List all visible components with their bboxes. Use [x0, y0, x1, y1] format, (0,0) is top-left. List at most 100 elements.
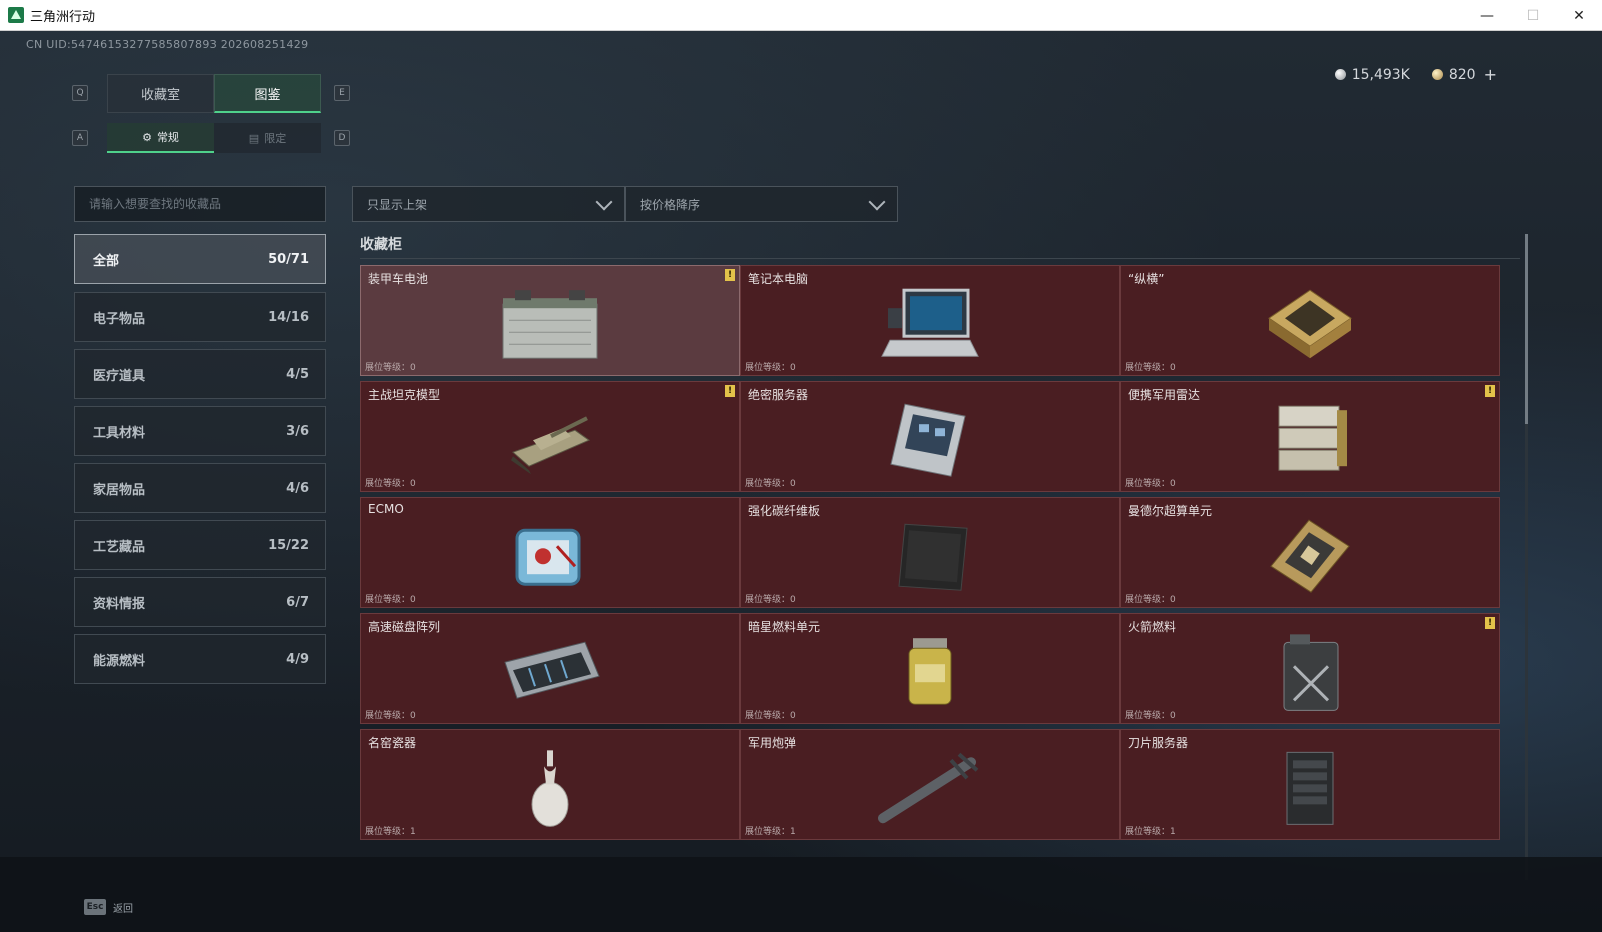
item-level: 展位等级：0	[365, 479, 416, 489]
item-name: 军用炮弹	[748, 736, 797, 750]
item-name: 强化碳纤维板	[748, 504, 821, 518]
sort-dropdown[interactable]: 按价格降序	[625, 186, 898, 222]
back-label[interactable]: 返回	[113, 900, 133, 915]
subtab-limited[interactable]: ▤ 限定	[214, 123, 321, 153]
item-card[interactable]: 主战坦克模型 ! 展位等级：0	[360, 381, 740, 492]
item-name: 装甲车电池	[368, 272, 429, 286]
silver-balance: 15,493K	[1334, 66, 1410, 83]
category-count: 6/7	[286, 594, 309, 610]
category-label: 工艺藏品	[93, 539, 146, 555]
window-controls: — ☐ ✕	[1464, 0, 1602, 31]
scrollbar-thumb[interactable]	[1525, 234, 1528, 424]
game-canvas: CN UID:5474615327758580789З 202608251429…	[0, 31, 1602, 932]
item-name: “纵横”	[1128, 272, 1165, 286]
chevron-down-icon	[868, 193, 886, 211]
carbon-plate-icon	[898, 523, 968, 591]
server-icon	[890, 403, 966, 477]
footer-bar	[0, 857, 1602, 932]
shelf-filter-dropdown[interactable]: 只显示上架	[352, 186, 625, 222]
window-titlebar: 三角洲行动 — ☐ ✕	[0, 0, 1602, 31]
category-intel[interactable]: 资料情报 6/7	[74, 577, 326, 627]
item-name: 曼德尔超算单元	[1128, 504, 1213, 518]
silver-amount: 15,493K	[1351, 66, 1410, 83]
close-button[interactable]: ✕	[1556, 0, 1602, 31]
key-hint-a[interactable]: A	[72, 130, 88, 146]
category-all[interactable]: 全部 50/71	[74, 234, 326, 284]
main-tabs: 收藏室 图鉴	[107, 74, 321, 113]
item-level: 展位等级：0	[365, 363, 416, 373]
item-card[interactable]: 火箭燃料 ! 展位等级：0	[1120, 613, 1500, 724]
category-tools[interactable]: 工具材料 3/6	[74, 406, 326, 456]
tab-collection-room[interactable]: 收藏室	[107, 74, 214, 113]
item-level: 展位等级：0	[365, 711, 416, 721]
subtab-limited-label: 限定	[264, 132, 287, 145]
key-hint-e[interactable]: E	[334, 85, 350, 101]
key-hint-d[interactable]: D	[334, 130, 350, 146]
silver-coin-icon	[1334, 69, 1346, 80]
item-card[interactable]: 笔记本电脑 展位等级：0	[740, 265, 1120, 376]
blade-server-icon	[1286, 751, 1334, 825]
category-crafts[interactable]: 工艺藏品 15/22	[74, 520, 326, 570]
item-level: 展位等级：1	[1125, 827, 1176, 837]
esc-key-hint[interactable]: Esc	[84, 899, 106, 915]
category-label: 家居物品	[93, 482, 146, 498]
gold-amount: 820	[1448, 66, 1476, 83]
item-level: 展位等级：0	[745, 479, 796, 489]
alert-icon: !	[725, 385, 735, 397]
item-card[interactable]: 暗星燃料单元 展位等级：0	[740, 613, 1120, 724]
ecmo-icon	[515, 528, 581, 586]
search-input[interactable]	[74, 186, 326, 222]
item-card[interactable]: 曼德尔超算单元 展位等级：0	[1120, 497, 1500, 608]
gold-balance: 820 +	[1431, 65, 1497, 84]
section-divider	[360, 258, 1520, 259]
item-level: 展位等级：0	[1125, 711, 1176, 721]
category-count: 15/22	[268, 537, 309, 553]
item-card[interactable]: 便携军用雷达 ! 展位等级：0	[1120, 381, 1500, 492]
player-uid: CN UID:5474615327758580789З 202608251429	[26, 38, 309, 51]
category-label: 电子物品	[93, 311, 146, 327]
item-card[interactable]: 军用炮弹 展位等级：1	[740, 729, 1120, 840]
fuel-can-icon	[1283, 633, 1339, 711]
category-label: 能源燃料	[93, 653, 146, 669]
maximize-button[interactable]: ☐	[1510, 0, 1556, 31]
category-electronics[interactable]: 电子物品 14/16	[74, 292, 326, 342]
key-hint-q[interactable]: Q	[72, 85, 88, 101]
add-currency-button[interactable]: +	[1484, 65, 1497, 84]
sort-value: 按价格降序	[640, 197, 701, 212]
item-name: 绝密服务器	[748, 388, 809, 402]
category-medical[interactable]: 医疗道具 4/5	[74, 349, 326, 399]
item-level: 展位等级：1	[745, 827, 796, 837]
category-fuel[interactable]: 能源燃料 4/9	[74, 634, 326, 684]
item-level: 展位等级：0	[1125, 479, 1176, 489]
radar-icon	[1278, 405, 1347, 471]
item-card[interactable]: 强化碳纤维板 展位等级：0	[740, 497, 1120, 608]
category-household[interactable]: 家居物品 4/6	[74, 463, 326, 513]
item-card[interactable]: 刀片服务器 展位等级：1	[1120, 729, 1500, 840]
item-name: 高速磁盘阵列	[368, 620, 441, 634]
tank-icon	[511, 415, 591, 474]
category-count: 4/6	[286, 480, 309, 496]
item-card[interactable]: 高速磁盘阵列 展位等级：0	[360, 613, 740, 724]
subtab-regular[interactable]: ⚙ 常规	[107, 123, 214, 153]
currency-bar: 15,493K 820 +	[1334, 65, 1497, 84]
item-card[interactable]: 绝密服务器 展位等级：0	[740, 381, 1120, 492]
category-label: 资料情报	[93, 596, 146, 612]
item-card[interactable]: ECMO 展位等级：0	[360, 497, 740, 608]
laptop-icon	[881, 288, 979, 357]
category-count: 14/16	[268, 309, 309, 325]
alert-icon: !	[1485, 617, 1495, 629]
item-card[interactable]: “纵横” 展位等级：0	[1120, 265, 1500, 376]
minimize-button[interactable]: —	[1464, 0, 1510, 31]
item-card[interactable]: 名窑瓷器 展位等级：1	[360, 729, 740, 840]
item-name: 主战坦克模型	[368, 388, 441, 402]
tab-catalog[interactable]: 图鉴	[214, 74, 321, 113]
chevron-down-icon	[595, 193, 613, 211]
sub-tabs: ⚙ 常规 ▤ 限定	[107, 123, 321, 153]
item-card[interactable]: 装甲车电池 ! 展位等级：0	[360, 265, 740, 376]
battery-icon	[502, 289, 598, 359]
section-title: 收藏柜	[360, 237, 402, 253]
item-level: 展位等级：1	[365, 827, 416, 837]
item-name: 笔记本电脑	[748, 272, 809, 286]
shell-icon	[878, 752, 979, 823]
item-name: 刀片服务器	[1128, 736, 1189, 750]
